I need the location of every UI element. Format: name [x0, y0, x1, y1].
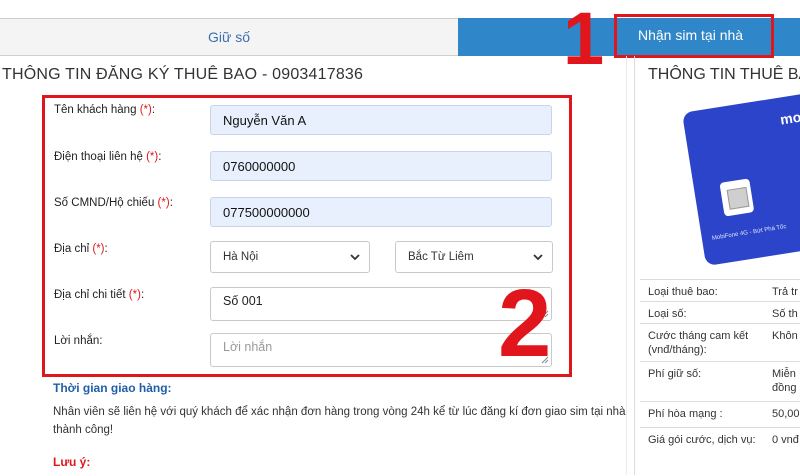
- required-mark: (*): [157, 197, 170, 209]
- message-placeholder: Lời nhắn: [223, 340, 273, 354]
- summary-key: Phí giữ số:: [648, 368, 702, 380]
- summary-row: Phí giữ số: Miễn đồng: [640, 361, 800, 402]
- province-select[interactable]: Hà Nội: [210, 241, 370, 273]
- summary-key: Loại số:: [648, 308, 687, 320]
- summary-row: Loại số: Số th: [640, 301, 800, 324]
- summary-key: Loại thuê bao:: [648, 286, 718, 298]
- address-label: Địa chỉ (*):: [54, 243, 108, 255]
- step1-marker: 1: [563, 0, 605, 80]
- summary-key: Giá gói cước, dịch vụ:: [648, 434, 756, 446]
- summary-value: 0 vnđ: [772, 434, 799, 446]
- message-label: Lời nhắn:: [54, 335, 103, 347]
- id-number-label: Số CMND/Hộ chiếu (*):: [54, 197, 173, 209]
- summary-title: THÔNG TIN THUÊ BAO: [648, 66, 800, 83]
- required-mark: (*): [146, 151, 159, 163]
- customer-name-label: Tên khách hàng (*):: [54, 104, 156, 116]
- address-detail-label: Địa chỉ chi tiết (*):: [54, 289, 145, 301]
- sim-card-image: mo MobiFone 4G - Bứt Phá Tốc: [682, 89, 800, 267]
- required-mark: (*): [92, 243, 105, 255]
- summary-row: Giá gói cước, dịch vụ: 0 vnđ: [640, 427, 800, 476]
- phone-label: Điện thoại liên hệ (*):: [54, 151, 162, 163]
- delivery-time-text: Nhân viên sẽ liên hệ với quý khách để xá…: [53, 406, 626, 436]
- chevron-down-icon: [350, 254, 360, 261]
- province-select-value: Hà Nội: [223, 251, 259, 263]
- column-divider: [634, 56, 635, 475]
- tab-keep-number[interactable]: Giữ số: [0, 18, 458, 56]
- tab-keep-number-label: Giữ số: [207, 29, 251, 45]
- sim-chip: [719, 178, 755, 217]
- step2-marker: 2: [498, 270, 552, 377]
- note-heading: Lưu ý:: [53, 455, 91, 469]
- id-number-input[interactable]: 077500000000: [210, 197, 552, 227]
- customer-name-input[interactable]: Nguyễn Văn A: [210, 105, 552, 135]
- summary-row: Phí hòa mạng : 50,00: [640, 401, 800, 428]
- sim-brand-logo: mo: [779, 108, 800, 128]
- chevron-down-icon: [533, 254, 543, 261]
- summary-value: Miễn đồng: [772, 368, 797, 394]
- district-select[interactable]: Bắc Từ Liêm: [395, 241, 553, 273]
- highlight-box-step1: [614, 14, 774, 58]
- summary-key: Cước tháng cam kết (vnđ/tháng):: [648, 330, 749, 356]
- summary-row: Loại thuê bao: Trả tr: [640, 279, 800, 302]
- form-title: THÔNG TIN ĐĂNG KÝ THUÊ BAO - 0903417836: [2, 66, 364, 83]
- address-detail-value: Số 001: [223, 294, 263, 308]
- required-mark: (*): [128, 289, 141, 301]
- summary-value: Số th: [772, 308, 798, 320]
- summary-value: Khôn: [772, 330, 798, 342]
- phone-input[interactable]: 0760000000: [210, 151, 552, 181]
- summary-value: Trả tr: [772, 286, 798, 298]
- summary-row: Cước tháng cam kết (vnđ/tháng): Khôn: [640, 323, 800, 362]
- delivery-time-heading: Thời gian giao hàng:: [53, 381, 172, 395]
- sim-strip-text: MobiFone 4G - Bứt Phá Tốc: [711, 224, 787, 242]
- required-mark: (*): [139, 104, 152, 116]
- district-select-value: Bắc Từ Liêm: [408, 251, 474, 263]
- summary-key: Phí hòa mạng :: [648, 408, 723, 420]
- summary-value: 50,00: [772, 408, 800, 420]
